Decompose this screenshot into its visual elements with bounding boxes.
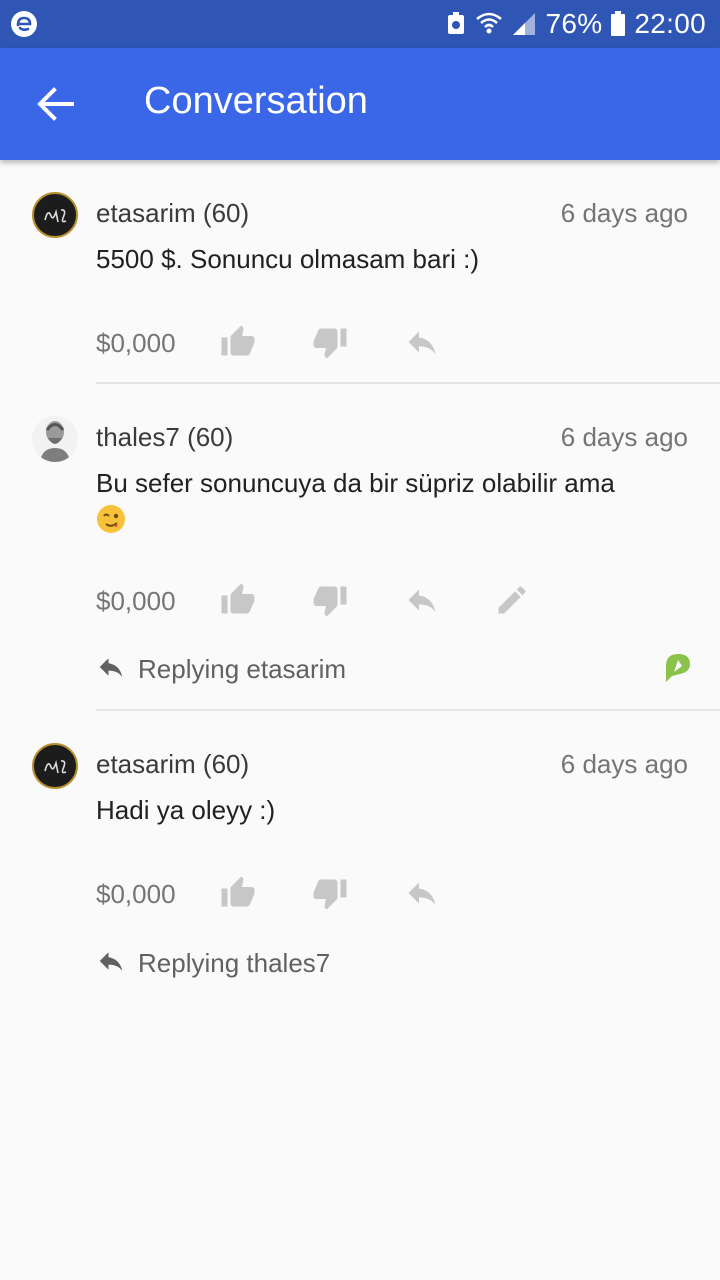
avatar[interactable] bbox=[32, 743, 78, 789]
storage-icon bbox=[448, 12, 465, 34]
status-bar: 76% 22:00 bbox=[0, 0, 720, 48]
app-bar: Conversation bbox=[0, 48, 720, 160]
divider bbox=[96, 382, 720, 384]
thumb-down-icon[interactable] bbox=[312, 582, 348, 618]
reply-arrow-icon bbox=[99, 952, 123, 971]
reply-icon[interactable] bbox=[404, 875, 440, 911]
thumb-down-icon[interactable] bbox=[312, 875, 348, 911]
clock: 22:00 bbox=[634, 8, 706, 39]
comment-text-content: Bu sefer sonuncuya da bir süpriz olabili… bbox=[96, 468, 615, 498]
divider bbox=[96, 709, 720, 711]
reply-icon[interactable] bbox=[404, 324, 440, 360]
winking-face-icon bbox=[97, 505, 125, 534]
comment-amount: $0,000 bbox=[96, 586, 176, 616]
reply-arrow-icon bbox=[99, 658, 123, 677]
comment-time: 6 days ago bbox=[560, 749, 688, 779]
replying-label: Replying thales7 bbox=[138, 948, 331, 978]
comment-author[interactable]: etasarim (60) bbox=[96, 749, 249, 780]
back-arrow-icon[interactable] bbox=[32, 84, 80, 124]
signal-icon bbox=[513, 13, 536, 35]
ets-logo-icon bbox=[44, 759, 67, 774]
comment-text: Bu sefer sonuncuya da bir süpriz olabili… bbox=[96, 466, 676, 534]
green-badge-icon bbox=[666, 654, 690, 682]
battery-percent: 76% bbox=[545, 8, 603, 39]
replying-label: Replying etasarim bbox=[138, 654, 347, 684]
comment-time: 6 days ago bbox=[560, 422, 688, 452]
thumb-up-icon[interactable] bbox=[220, 875, 256, 911]
avatar[interactable] bbox=[32, 192, 78, 238]
comment-time: 6 days ago bbox=[560, 198, 688, 228]
comment-text: Hadi ya oleyy :) bbox=[96, 795, 276, 825]
thumb-down-icon[interactable] bbox=[312, 324, 348, 360]
page-title: Conversation bbox=[144, 80, 368, 122]
replying-to[interactable]: Replying etasarim bbox=[96, 652, 696, 686]
thumb-up-icon[interactable] bbox=[220, 582, 256, 618]
edit-pencil-icon[interactable] bbox=[494, 582, 530, 618]
statue-bust-icon bbox=[40, 421, 70, 462]
battery-icon bbox=[611, 11, 626, 36]
wifi-icon bbox=[476, 12, 503, 34]
avatar[interactable] bbox=[32, 416, 78, 462]
reply-icon[interactable] bbox=[404, 582, 440, 618]
comment-amount: $0,000 bbox=[96, 328, 176, 358]
replying-to[interactable]: Replying thales7 bbox=[96, 946, 696, 980]
ets-logo-icon bbox=[44, 208, 67, 223]
app-logo-icon bbox=[11, 11, 37, 37]
comment-amount: $0,000 bbox=[96, 879, 176, 909]
comment-text: 5500 $. Sonuncu olmasam bari :) bbox=[96, 244, 479, 274]
thumb-up-icon[interactable] bbox=[220, 324, 256, 360]
comment-author[interactable]: etasarim (60) bbox=[96, 198, 249, 229]
comment-author[interactable]: thales7 (60) bbox=[96, 422, 233, 453]
